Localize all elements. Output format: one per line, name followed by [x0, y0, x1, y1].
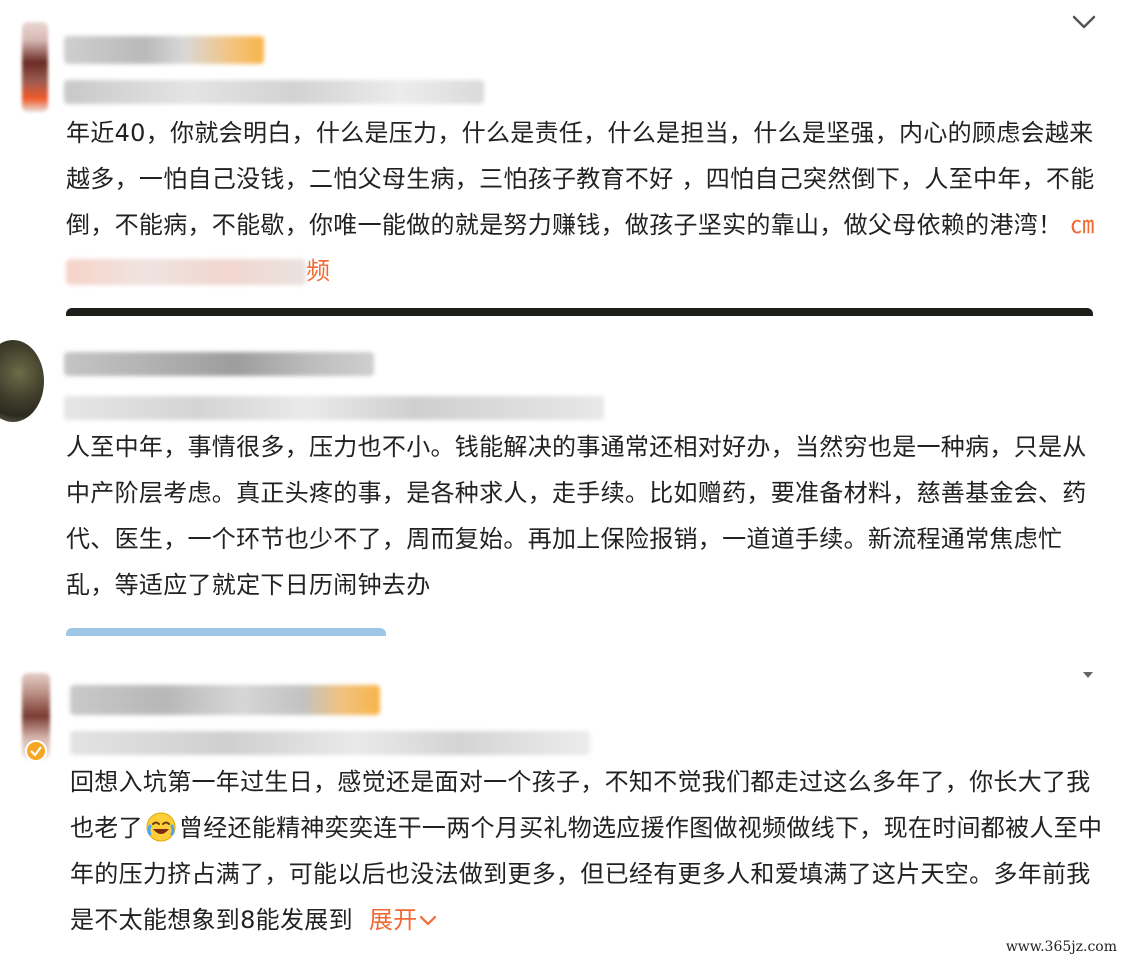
- media-thumbnail[interactable]: [66, 308, 1093, 316]
- avatar[interactable]: [0, 340, 44, 422]
- chevron-down-icon[interactable]: [1071, 14, 1097, 30]
- dropdown-caret-icon[interactable]: [1082, 671, 1094, 679]
- avatar[interactable]: [22, 22, 48, 112]
- link-suffix: 频: [306, 257, 331, 285]
- comment-text: 年近40，你就会明白，什么是压力，什么是责任，什么是担当，什么是坚强，内心的顾虑…: [66, 110, 1096, 294]
- comment-3: 回想入坑第一年过生日，感觉还是面对一个孩子，不知不觉我们都走过这么多年了，你长大…: [0, 655, 1125, 955]
- comment-1: 年近40，你就会明白，什么是压力，什么是责任，什么是担当，什么是坚强，内心的顾虑…: [0, 0, 1125, 316]
- comment-body-part2: 曾经还能精神奕奕连干一两个月买礼物选应援作图做视频做线下，现在时间都被人至中年的…: [70, 814, 1103, 934]
- post-meta: [64, 80, 484, 104]
- username[interactable]: [64, 36, 264, 64]
- chevron-down-icon: [420, 915, 437, 926]
- comment-text: 回想入坑第一年过生日，感觉还是面对一个孩子，不知不觉我们都走过这么多年了，你长大…: [70, 759, 1105, 943]
- comment-2: 人至中年，事情很多，压力也不小。钱能解决的事通常还相对好办，当然穷也是一种病，只…: [0, 330, 1125, 640]
- verified-badge-icon: [25, 740, 47, 762]
- link-icon: ㎝: [1070, 211, 1095, 239]
- post-meta: [64, 396, 604, 420]
- comment-body: 人至中年，事情很多，压力也不小。钱能解决的事通常还相对好办，当然穷也是一种病，只…: [66, 433, 1087, 599]
- expand-button[interactable]: 展开: [369, 906, 438, 934]
- watermark: www.365jz.com: [1005, 939, 1117, 955]
- username[interactable]: [70, 685, 380, 715]
- comment-text: 人至中年，事情很多，压力也不小。钱能解决的事通常还相对好办，当然穷也是一种病，只…: [66, 424, 1101, 608]
- laughing-emoji-icon: [146, 812, 176, 842]
- comment-body: 年近40，你就会明白，什么是压力，什么是责任，什么是担当，什么是坚强，内心的顾虑…: [66, 119, 1095, 239]
- post-meta: [70, 731, 590, 755]
- expand-label: 展开: [368, 906, 418, 934]
- media-thumbnail[interactable]: [66, 628, 386, 636]
- link-title-blurred: [66, 259, 306, 285]
- username[interactable]: [64, 352, 374, 376]
